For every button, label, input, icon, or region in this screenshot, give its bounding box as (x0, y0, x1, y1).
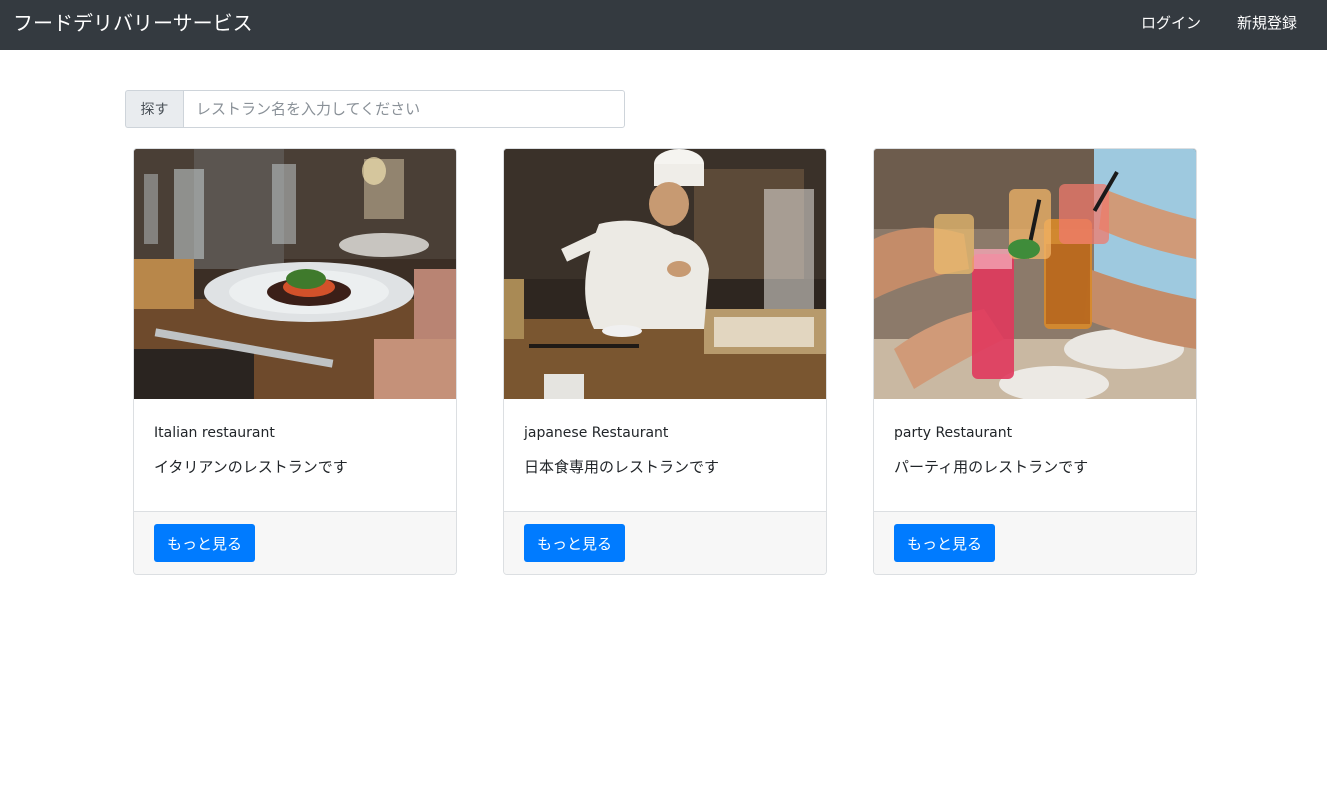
card-footer: もっと見る (134, 511, 456, 574)
card-footer: もっと見る (874, 511, 1196, 574)
card-footer: もっと見る (504, 511, 826, 574)
restaurant-card-japanese: japanese Restaurant 日本食専用のレストランです もっと見る (503, 148, 827, 575)
restaurant-card-party: party Restaurant パーティ用のレストランです もっと見る (873, 148, 1197, 575)
restaurant-image-party (874, 149, 1196, 399)
see-more-button[interactable]: もっと見る (524, 524, 626, 562)
see-more-button[interactable]: もっと見る (154, 524, 256, 562)
restaurant-card-italian: Italian restaurant イタリアンのレストランです もっと見る (133, 148, 457, 575)
restaurant-image-italian (134, 149, 456, 399)
card-text: パーティ用のレストランです (894, 458, 1089, 476)
search-group: 探す (125, 90, 625, 128)
brand-title[interactable]: フードデリバリーサービス (13, 11, 253, 35)
card-title: party Restaurant (894, 425, 1013, 441)
search-addon-label: 探す (125, 90, 183, 128)
restaurant-image-japanese (504, 149, 826, 399)
card-title: Italian restaurant (154, 425, 275, 441)
navbar: フードデリバリーサービス ログイン 新規登録 (0, 0, 1327, 50)
login-link[interactable]: ログイン (1141, 13, 1201, 33)
see-more-button[interactable]: もっと見る (894, 524, 996, 562)
card-text: イタリアンのレストランです (154, 458, 348, 476)
signup-link[interactable]: 新規登録 (1237, 13, 1297, 33)
card-title: japanese Restaurant (524, 425, 669, 441)
search-input[interactable] (183, 90, 625, 128)
card-text: 日本食専用のレストランです (524, 458, 720, 476)
